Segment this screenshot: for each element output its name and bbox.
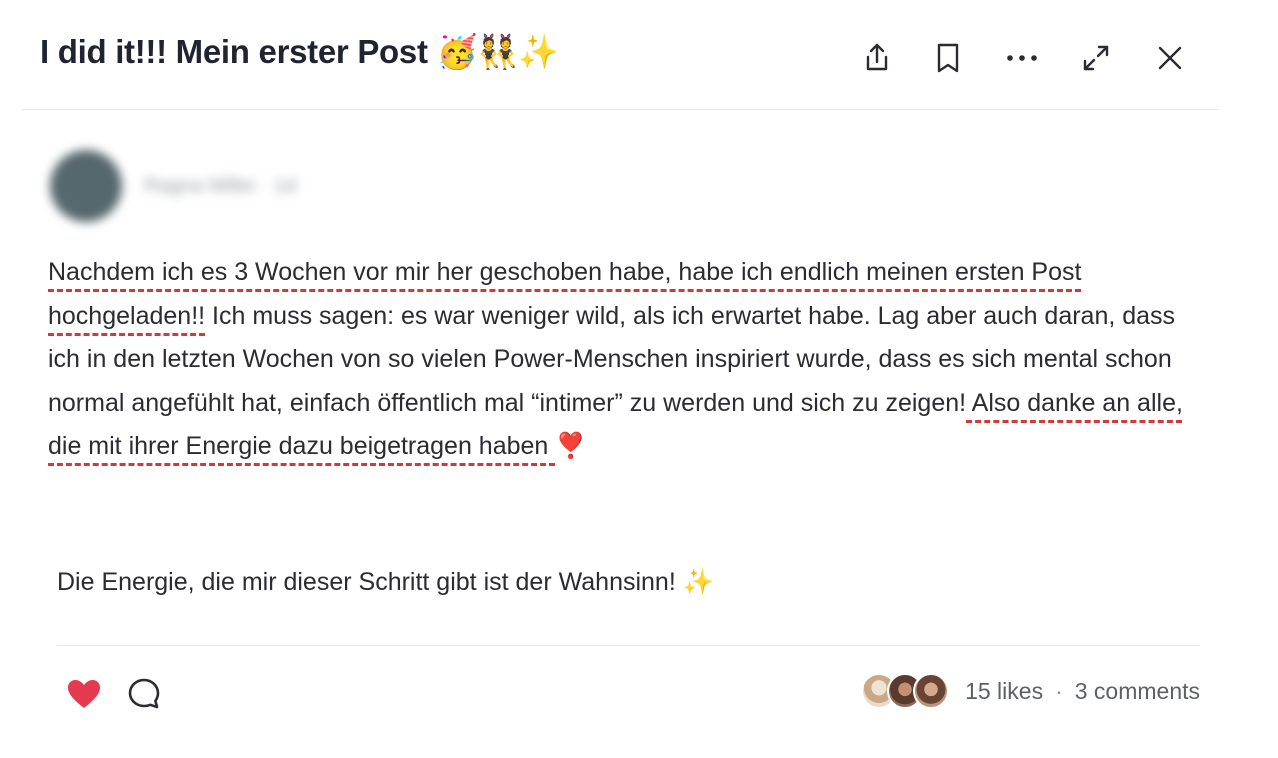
liker-avatar[interactable] — [913, 673, 950, 709]
divider — [57, 645, 1200, 646]
post-author[interactable]: Ragna Miller · 1d — [50, 150, 296, 222]
expand-icon — [1083, 45, 1109, 71]
post-title: I did it!!! Mein erster Post 🥳👯✨ — [40, 33, 559, 70]
comment-icon — [128, 678, 160, 709]
like-button[interactable] — [64, 674, 104, 714]
likes-count[interactable]: 15 likes — [965, 678, 1043, 705]
post-body-paragraph: Nachdem ich es 3 Wochen vor mir her gesc… — [48, 251, 1208, 469]
share-button[interactable] — [857, 36, 897, 80]
stats-separator: · — [1055, 677, 1063, 704]
author-name[interactable]: Ragna Miller · 1d — [144, 175, 296, 198]
more-icon — [1007, 55, 1037, 61]
post-stats: 15 likes · 3 comments — [861, 673, 1200, 709]
bookmark-button[interactable] — [928, 36, 968, 80]
post-body: Nachdem ich es 3 Wochen vor mir her gesc… — [48, 251, 1208, 469]
post-closing-line: Die Energie, die mir dieser Schritt gibt… — [57, 568, 714, 596]
more-button[interactable] — [1002, 36, 1042, 80]
liker-avatars[interactable] — [861, 673, 950, 709]
heart-icon — [68, 680, 100, 708]
comment-button[interactable] — [124, 674, 164, 714]
heart-exclamation-emoji: ❣️ — [555, 432, 587, 460]
post-header: I did it!!! Mein erster Post 🥳👯✨ — [22, 0, 1219, 110]
close-icon — [1158, 46, 1182, 70]
post-actions — [64, 674, 184, 714]
share-icon — [866, 43, 888, 71]
comments-count[interactable]: 3 comments — [1075, 678, 1200, 705]
bookmark-icon — [937, 43, 959, 73]
close-button[interactable] — [1150, 36, 1190, 80]
author-avatar[interactable] — [50, 150, 122, 222]
expand-button[interactable] — [1076, 36, 1116, 80]
